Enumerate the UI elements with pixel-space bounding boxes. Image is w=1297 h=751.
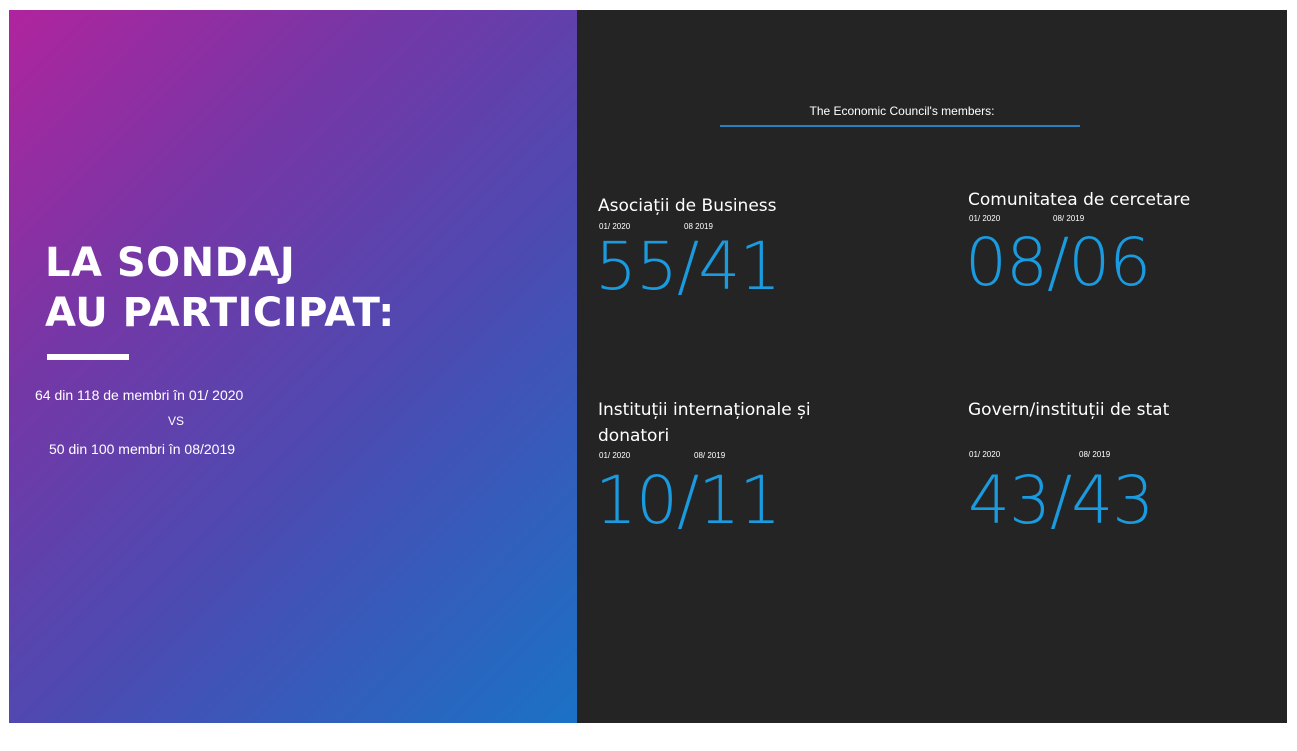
category-value-business: 55/41 [595,228,781,305]
category-value-research: 08/06 [965,224,1151,301]
category-title-government: Govern/instituții de stat [968,400,1170,420]
stat-vs: VS [168,414,185,428]
category-date-2019-research: 08/ 2019 [1053,214,1085,223]
right-panel: The Economic Council's members: Asociați… [577,10,1287,723]
title-underline [47,354,129,360]
category-date-2020-research: 01/ 2020 [969,214,1001,223]
category-date-2020-international: 01/ 2020 [599,451,631,460]
category-date-2020-government: 01/ 2020 [969,450,1001,459]
header-underline [720,125,1080,127]
category-title-business: Asociații de Business [598,196,777,216]
category-title-international: Instituții internaționale și [598,400,811,420]
left-panel: LA SONDAJ AU PARTICIPAT: 64 din 118 de m… [9,10,577,723]
main-title-line1: LA SONDAJ [45,240,296,286]
main-title-line2: AU PARTICIPAT: [45,290,395,336]
stat-2020: 64 din 118 de membri în 01/ 2020 [35,387,244,403]
category-value-international: 10/11 [595,462,781,539]
category-date-2019-government: 08/ 2019 [1079,450,1111,459]
main-title: LA SONDAJ AU PARTICIPAT: [45,238,395,338]
stat-2019: 50 din 100 membri în 08/2019 [49,441,236,457]
category-title-international-line2: donatori [598,426,670,446]
category-date-2019-international: 08/ 2019 [694,451,726,460]
category-title-research: Comunitatea de cercetare [968,190,1191,210]
category-value-government: 43/43 [968,462,1154,539]
members-header: The Economic Council's members: [809,104,995,118]
slide: LA SONDAJ AU PARTICIPAT: 64 din 118 de m… [9,10,1287,723]
